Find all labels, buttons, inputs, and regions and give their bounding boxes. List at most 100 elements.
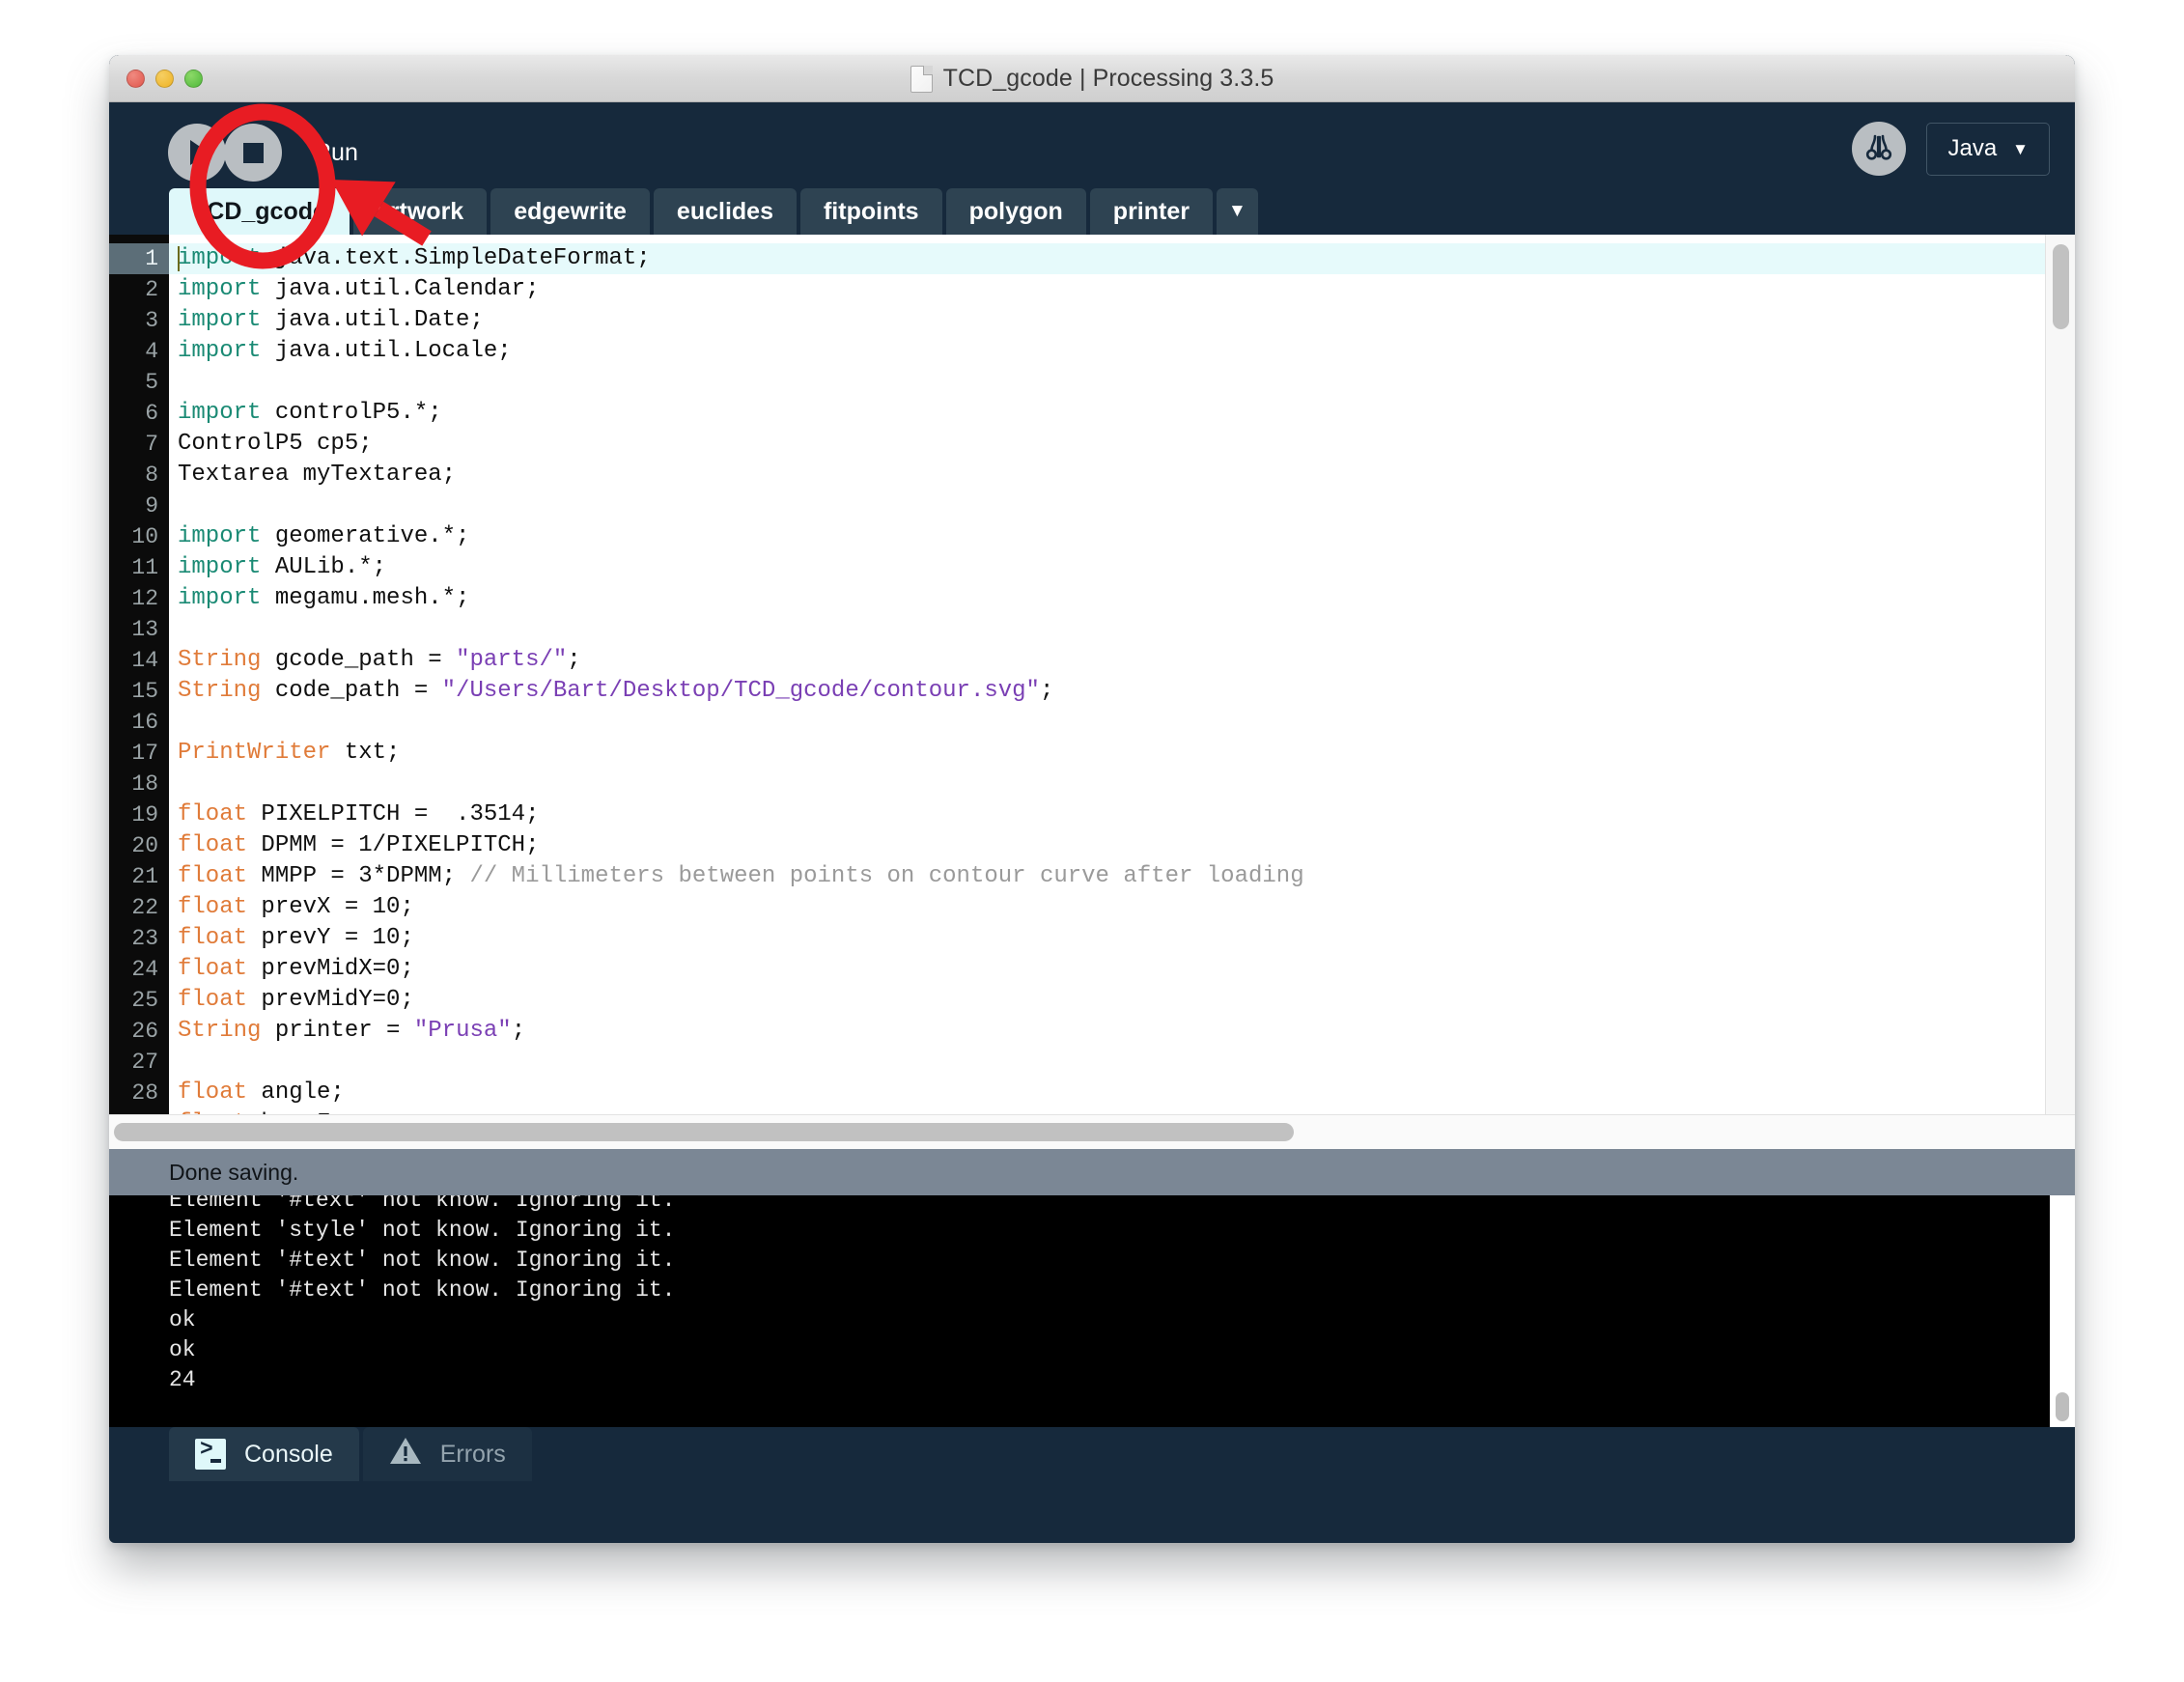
code-token-kw: float — [178, 925, 248, 951]
sketch-tab-artwork[interactable]: artwork — [352, 188, 488, 235]
code-token-kw: float — [178, 832, 248, 858]
sketch-tab-tcd_gcode[interactable]: TCD_gcode — [169, 188, 350, 235]
code-token-pln: PIXELPITCH = .3514; — [247, 801, 540, 827]
warning-triangle-icon — [389, 1436, 422, 1472]
line-number: 25 — [131, 988, 158, 1013]
line-number: 2 — [145, 277, 158, 302]
run-button[interactable] — [168, 124, 226, 182]
code-token-pln: controlP5.*; — [261, 400, 442, 426]
console-line: Element '#text' not know. Ignoring it. — [169, 1195, 676, 1213]
code-token-kw: String — [178, 1018, 262, 1044]
code-token-kw: PrintWriter — [178, 740, 331, 766]
sketch-tab-label: polygon — [968, 197, 1063, 225]
text-cursor — [178, 246, 180, 271]
console-output-lines: Element '#text' not know. Ignoring it. El… — [109, 1195, 2075, 1395]
line-number: 21 — [131, 864, 158, 889]
code-line: String printer = "Prusa"; — [169, 1016, 2075, 1047]
line-number: 7 — [145, 432, 158, 457]
line-number: 24 — [131, 957, 158, 982]
bottom-panel-tab-bar: Console Errors — [109, 1427, 2075, 1493]
code-line: float angle; — [169, 1078, 2075, 1108]
line-number: 11 — [131, 555, 158, 580]
console-line: 24 — [169, 1367, 196, 1392]
code-text-area[interactable]: import java.text.SimpleDateFormat; import… — [169, 235, 2075, 1114]
code-editor[interactable]: 1 2 3 4 5 6 7 8 9 10 11 12 13 14 15 16 17 18 19 20 21 22 23 24 2… — [109, 235, 2075, 1114]
bottom-tab-console[interactable]: Console — [169, 1427, 359, 1481]
code-token-pln: java.util.Locale; — [261, 338, 512, 364]
status-message: Done saving. — [169, 1159, 299, 1185]
code-line: float prevY = 10; — [169, 923, 2075, 954]
console-vertical-scrollbar-thumb[interactable] — [2056, 1392, 2069, 1421]
line-number: 18 — [131, 771, 158, 797]
mode-area: Java ▼ — [1852, 122, 2050, 176]
code-token-imp: import — [178, 585, 262, 611]
sketch-tab-fitpoints[interactable]: fitpoints — [799, 188, 942, 235]
code-token-pln: ; — [567, 647, 581, 673]
code-line: import megamu.mesh.*; — [169, 583, 2075, 614]
mode-select-dropdown[interactable]: Java ▼ — [1926, 122, 2050, 176]
code-token-pln: angle; — [247, 1079, 345, 1106]
code-token-pln: ; — [1039, 678, 1054, 704]
line-number: 20 — [131, 833, 158, 858]
window-title-bar: TCD_gcode | Processing 3.3.5 — [109, 55, 2075, 102]
code-token-str: "/Users/Bart/Desktop/TCD_gcode/contour.s… — [441, 678, 1040, 704]
line-number: 1 — [109, 243, 169, 274]
terminal-icon — [195, 1437, 226, 1470]
line-number-gutter: 1 2 3 4 5 6 7 8 9 10 11 12 13 14 15 16 17 18 19 20 21 22 23 24 2… — [109, 235, 169, 1114]
code-line: Textarea myTextarea; — [169, 460, 2075, 491]
sketch-tab-euclides[interactable]: euclides — [653, 188, 797, 235]
code-line: float PIXELPITCH = .3514; — [169, 799, 2075, 830]
editor-horizontal-scrollbar-thumb[interactable] — [114, 1123, 1294, 1141]
code-token-imp: import — [178, 307, 262, 333]
code-token-kw: float — [178, 956, 248, 982]
desktop-backdrop: TCD_gcode | Processing 3.3.5 Run Java ▼ … — [0, 0, 2184, 1682]
code-token-pln: DPMM = 1/PIXELPITCH; — [247, 832, 540, 858]
code-line: PrintWriter txt; — [169, 738, 2075, 769]
code-token-pln: printer = — [261, 1018, 414, 1044]
line-number: 27 — [131, 1050, 158, 1075]
code-token-kw: String — [178, 678, 262, 704]
code-line: float DPMM = 1/PIXELPITCH; — [169, 830, 2075, 861]
console-line: Element '#text' not know. Ignoring it. — [169, 1277, 676, 1303]
console-vertical-scrollbar[interactable] — [2050, 1195, 2075, 1427]
code-token-pln: ; — [511, 1018, 526, 1044]
mode-select-label: Java — [1947, 135, 1998, 161]
code-token-pln: prevY = 10; — [247, 925, 414, 951]
editor-horizontal-scrollbar[interactable] — [109, 1114, 2075, 1149]
line-number: 10 — [131, 524, 158, 549]
code-token-imp: import — [178, 276, 262, 302]
editor-vertical-scrollbar[interactable] — [2045, 235, 2075, 1114]
sketch-tabs-overflow-button[interactable]: ▼ — [1216, 188, 1258, 235]
code-token-pln: java.util.Calendar; — [261, 276, 540, 302]
line-number: 9 — [145, 493, 158, 519]
code-line: import java.util.Date; — [169, 305, 2075, 336]
code-token-pln: prevMidY=0; — [247, 987, 414, 1013]
line-number: 5 — [145, 370, 158, 395]
window-title-group: TCD_gcode | Processing 3.3.5 — [109, 55, 2075, 102]
bottom-tab-label: Console — [244, 1440, 333, 1468]
sketch-tab-polygon[interactable]: polygon — [945, 188, 1086, 235]
status-bar: Done saving. — [109, 1149, 2075, 1195]
line-number: 13 — [131, 617, 158, 642]
code-token-pln: prevMidX=0; — [247, 956, 414, 982]
code-line: import geomerative.*; — [169, 521, 2075, 552]
console-line: Element '#text' not know. Ignoring it. — [169, 1247, 676, 1273]
editor-vertical-scrollbar-thumb[interactable] — [2053, 244, 2069, 329]
code-line: import java.util.Locale; — [169, 336, 2075, 367]
bottom-tab-label: Errors — [439, 1440, 506, 1468]
sketch-tab-edgewrite[interactable]: edgewrite — [490, 188, 650, 235]
chevron-down-icon: ▼ — [1227, 201, 1246, 221]
console-output-panel[interactable]: Element '#text' not know. Ignoring it. El… — [109, 1195, 2075, 1427]
code-line: import java.text.SimpleDateFormat; — [169, 243, 2075, 274]
stop-button[interactable] — [224, 124, 282, 182]
code-token-str: "Prusa" — [413, 1018, 512, 1044]
bottom-tab-errors[interactable]: Errors — [362, 1427, 532, 1481]
document-icon — [910, 65, 933, 93]
code-token-imp: import — [178, 554, 262, 580]
line-number: 12 — [131, 586, 158, 611]
code-line: import controlP5.*; — [169, 398, 2075, 429]
sketch-tab-printer[interactable]: printer — [1089, 188, 1213, 235]
code-token-kw: String — [178, 647, 262, 673]
